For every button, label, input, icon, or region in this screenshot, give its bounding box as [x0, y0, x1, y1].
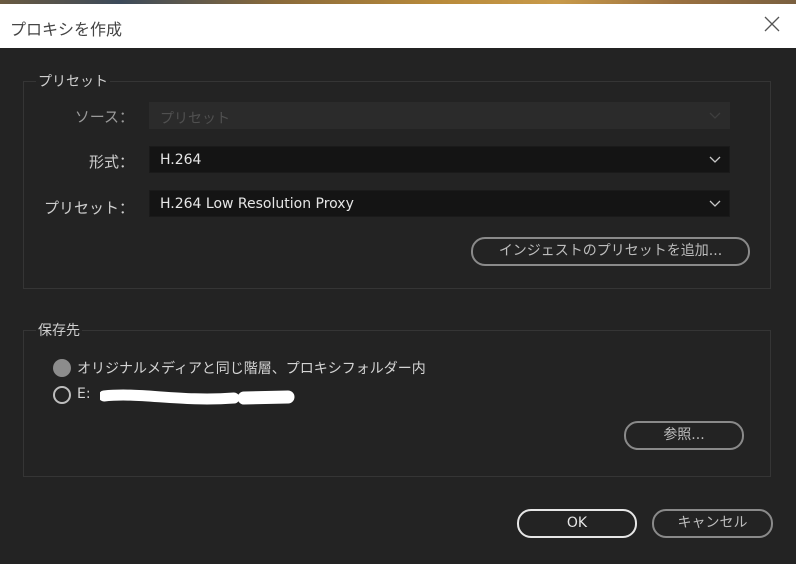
- dialog-titlebar: プロキシを作成: [0, 4, 796, 48]
- ok-button[interactable]: OK: [517, 509, 637, 538]
- radio-same-as-original[interactable]: [53, 359, 71, 377]
- destination-group-legend: 保存先: [36, 320, 82, 340]
- format-select[interactable]: H.264: [149, 146, 730, 173]
- source-value: プリセット: [160, 111, 230, 127]
- chevron-down-icon: [709, 155, 721, 164]
- source-select: プリセット: [149, 102, 730, 129]
- preset-group-legend: プリセット: [36, 71, 110, 91]
- format-label: 形式：: [88, 153, 134, 171]
- browse-button[interactable]: 参照...: [624, 421, 744, 450]
- close-icon[interactable]: [762, 14, 782, 34]
- chevron-down-icon: [709, 199, 721, 208]
- radio-custom-path-label: E:: [77, 386, 91, 402]
- cancel-button[interactable]: キャンセル: [652, 509, 773, 538]
- radio-custom-path[interactable]: [53, 386, 71, 404]
- source-label: ソース：: [74, 108, 134, 126]
- preset-label: プリセット：: [43, 199, 134, 217]
- preset-value: H.264 Low Resolution Proxy: [160, 196, 354, 212]
- radio-same-as-original-label: オリジナルメディアと同じ階層、プロキシフォルダー内: [77, 361, 426, 377]
- format-value: H.264: [160, 152, 202, 168]
- preset-select[interactable]: H.264 Low Resolution Proxy: [149, 190, 730, 217]
- add-ingest-preset-button[interactable]: インジェストのプリセットを追加...: [471, 237, 750, 266]
- chevron-down-icon: [709, 111, 721, 120]
- redaction-mark: [100, 389, 295, 405]
- dialog-title: プロキシを作成: [10, 20, 123, 39]
